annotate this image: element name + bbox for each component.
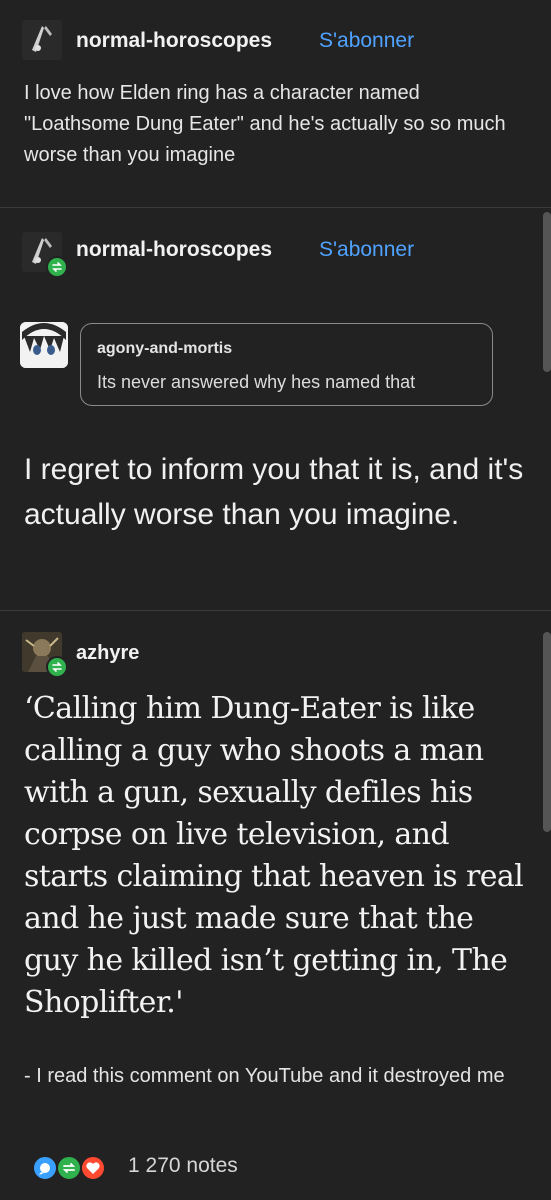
notes-count[interactable]: 1 270 notes (128, 1154, 238, 1178)
scrollbar[interactable] (543, 212, 551, 372)
scrollbar[interactable] (543, 632, 551, 832)
quoted-user-avatar[interactable] (20, 322, 68, 368)
quote-text: ‘Calling him Dung-Eater is like calling … (24, 691, 524, 1020)
follow-button[interactable]: S'abonner (319, 238, 414, 262)
username[interactable]: azhyre (76, 642, 139, 665)
quoted-text: Its never answered why hes named that (97, 372, 416, 392)
post-1: normal-horoscopes S'abonner I love how E… (0, 0, 551, 207)
username[interactable]: normal-horoscopes (76, 29, 272, 53)
reblog-badge-icon (46, 656, 68, 678)
divider (0, 610, 551, 611)
quoted-username[interactable]: agony-and-mortis (97, 340, 232, 358)
quoted-post-bubble[interactable]: agony-and-mortis Its never answered why … (80, 323, 493, 406)
post-2 (0, 208, 551, 610)
reply-icon[interactable] (32, 1155, 58, 1181)
username[interactable]: normal-horoscopes (76, 238, 272, 262)
avatar-image (22, 20, 62, 60)
attribution-text: - I read this comment on YouTube and it … (24, 1065, 505, 1087)
anime-avatar-image (20, 322, 68, 368)
post-text: I love how Elden ring has a character na… (24, 82, 506, 166)
follow-button[interactable]: S'abonner (319, 29, 414, 53)
reblog-icon[interactable] (56, 1155, 82, 1181)
reblog-text: I regret to inform you that it is, and i… (24, 453, 524, 531)
reblog-badge-icon (46, 256, 68, 278)
like-icon[interactable] (80, 1155, 106, 1181)
avatar[interactable] (22, 20, 62, 60)
